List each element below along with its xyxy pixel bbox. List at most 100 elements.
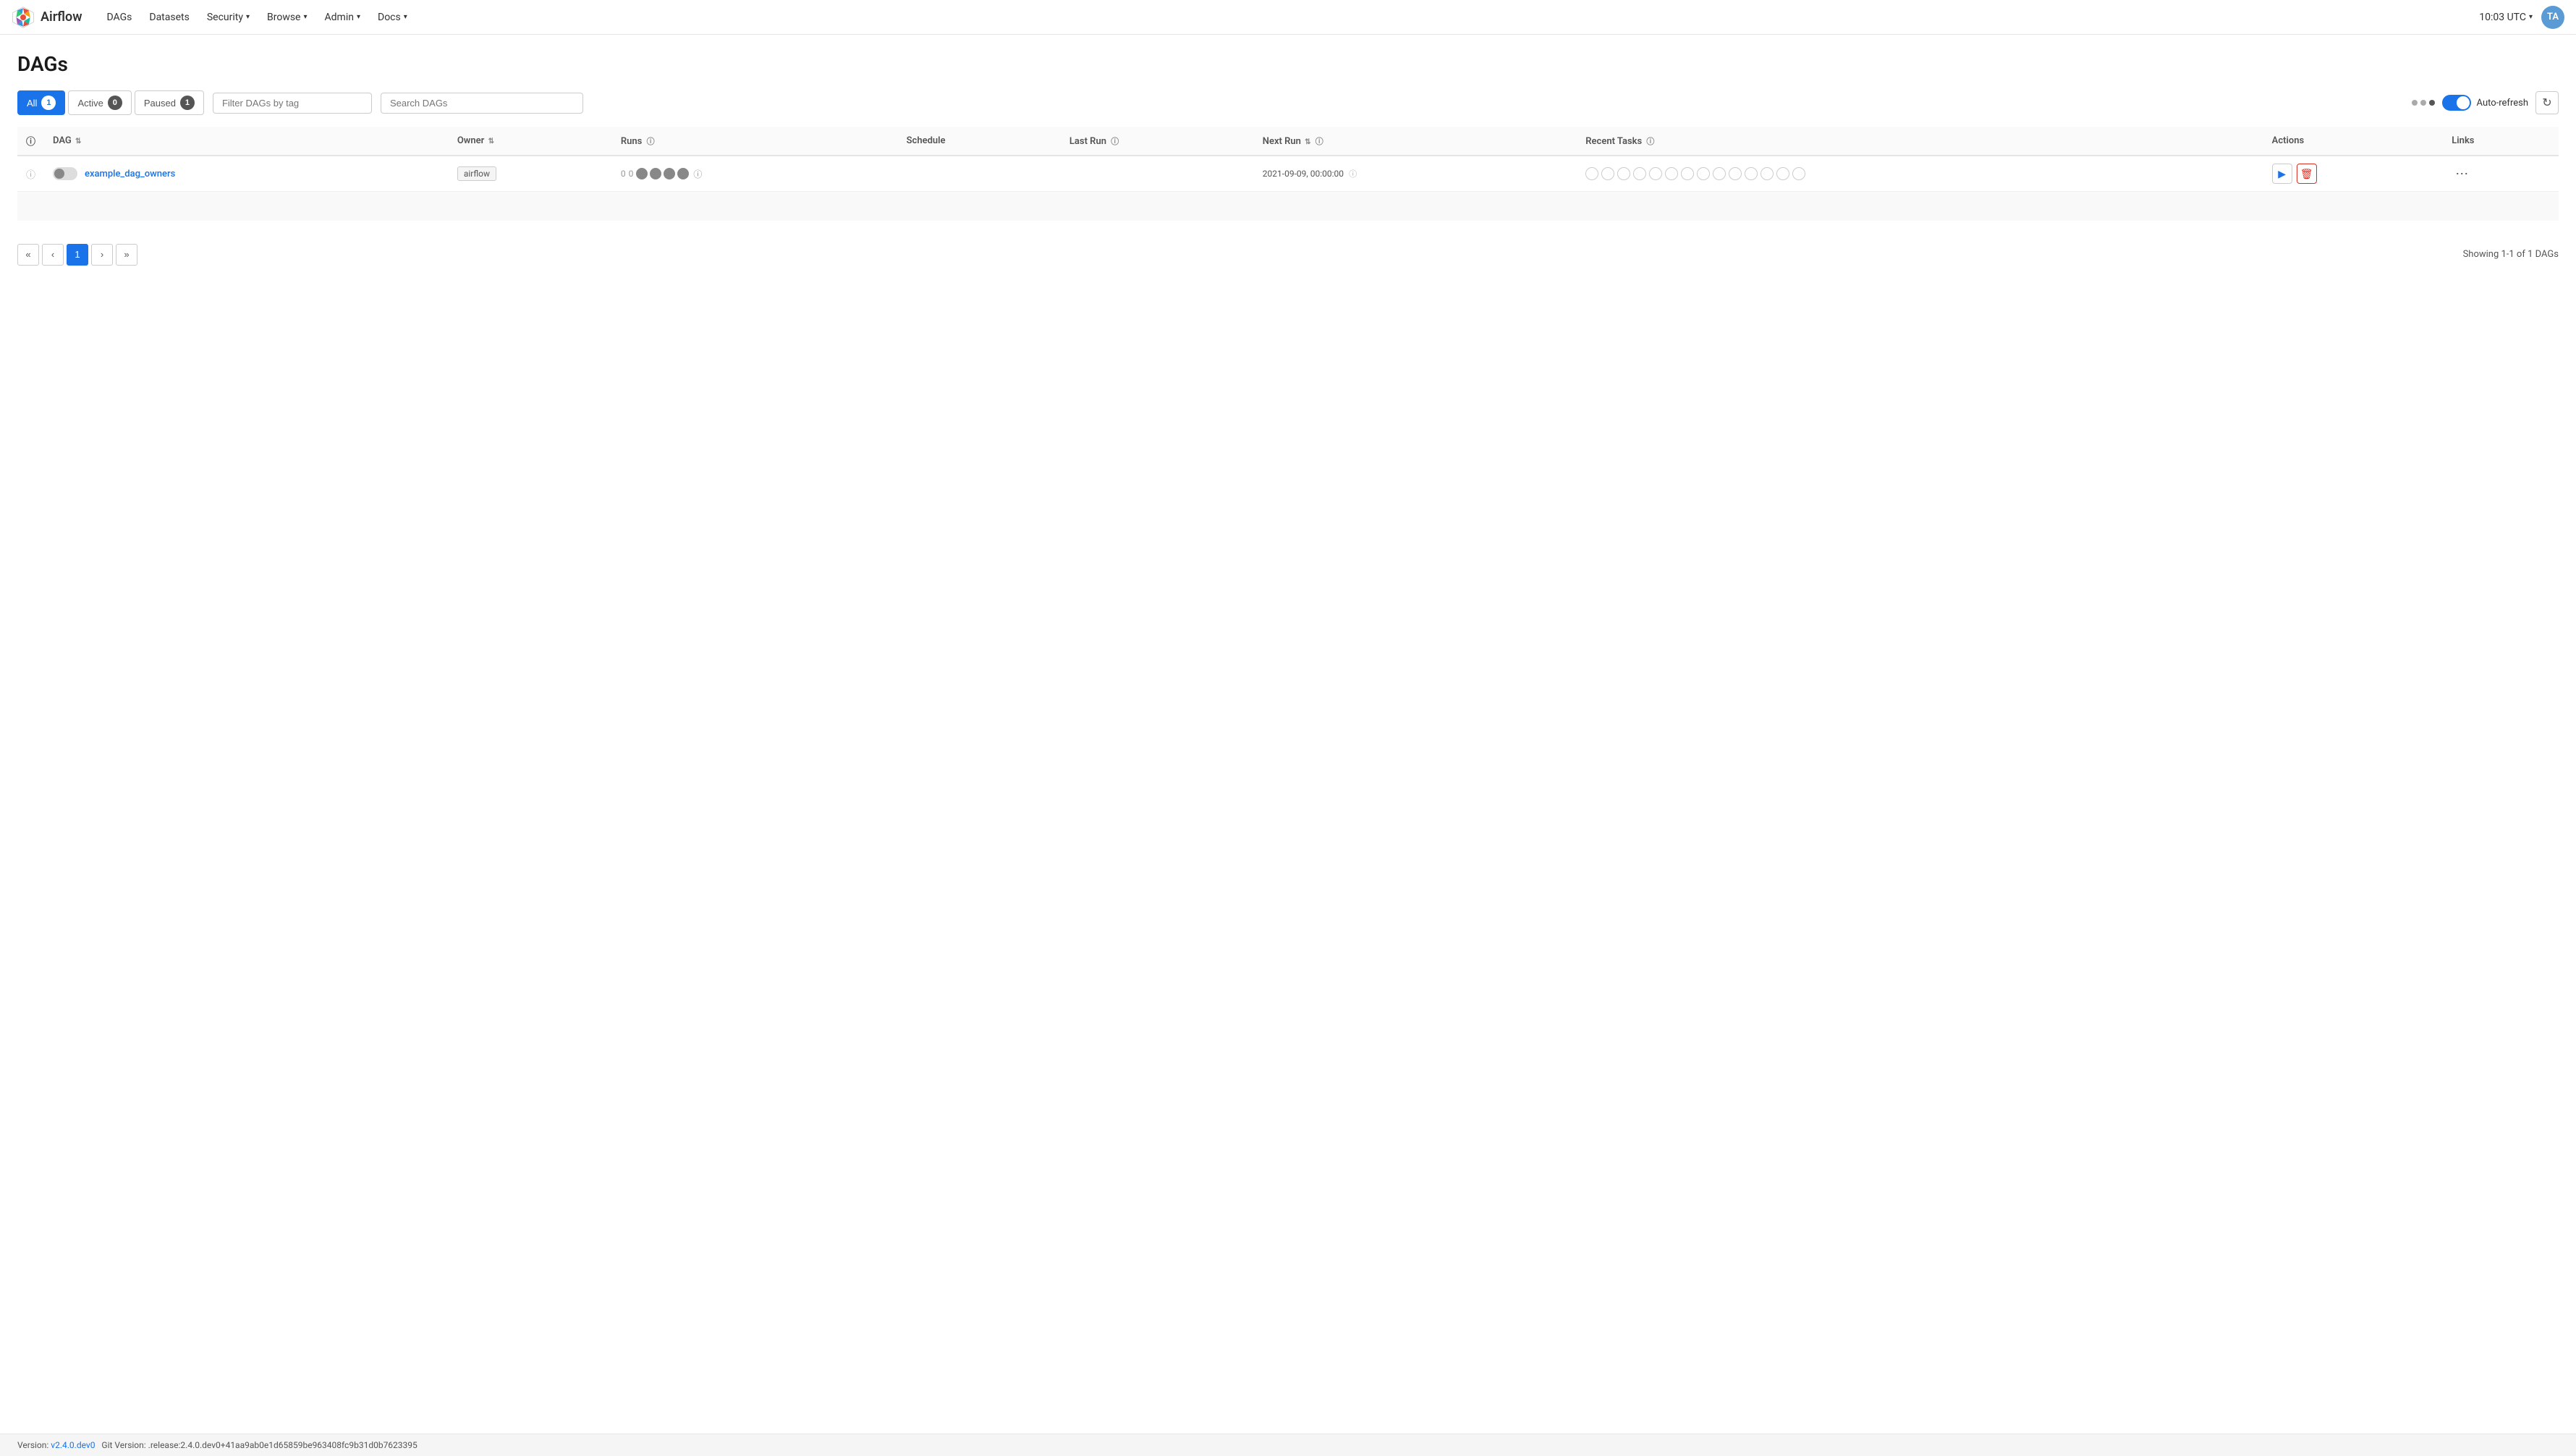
run-dot-4 xyxy=(677,168,689,179)
auto-refresh-label: Auto-refresh xyxy=(2477,98,2528,109)
task-circle-9 xyxy=(1713,167,1726,180)
dot-3 xyxy=(2429,100,2435,106)
git-label: Git Version: xyxy=(101,1440,145,1450)
last-run-info-icon: ⓘ xyxy=(1111,137,1119,146)
active-badge: 0 xyxy=(108,96,122,110)
dag-last-run-cell xyxy=(1061,156,1254,192)
dag-actions-cell: ▶ 🗑 xyxy=(2263,156,2444,192)
user-avatar[interactable]: TA xyxy=(2541,6,2564,29)
dag-next-run: 2021-09-09, 00:00:00 xyxy=(1263,169,1344,179)
table-header-row: ⓘ DAG ⇅ Owner ⇅ Runs ⓘ Schedule xyxy=(17,127,2559,156)
page-1-button[interactable]: 1 xyxy=(67,244,88,266)
task-circle-12 xyxy=(1761,167,1774,180)
filter-right: Auto-refresh ↻ xyxy=(2412,91,2559,114)
nav-docs[interactable]: Docs ▾ xyxy=(370,0,415,35)
owner-badge[interactable]: airflow xyxy=(457,166,496,181)
row-info-icon: ⓘ xyxy=(26,170,35,181)
status-dots xyxy=(2412,100,2435,106)
airflow-logo xyxy=(12,6,35,29)
task-circle-1 xyxy=(1585,167,1598,180)
dag-toggle[interactable] xyxy=(53,167,77,180)
next-run-info: ⓘ xyxy=(1349,169,1357,179)
nav-datasets[interactable]: Datasets xyxy=(142,0,196,35)
tag-filter-input[interactable] xyxy=(213,93,372,114)
nav-browse[interactable]: Browse ▾ xyxy=(260,0,315,35)
filter-bar: All 1 Active 0 Paused 1 xyxy=(17,90,2559,115)
col-schedule: Schedule xyxy=(898,127,1061,156)
dag-owner-cell: airflow xyxy=(449,156,612,192)
runs-success-count: 0 xyxy=(621,169,626,179)
task-circle-14 xyxy=(1792,167,1805,180)
docs-chevron-icon: ▾ xyxy=(404,13,407,21)
browse-chevron-icon: ▾ xyxy=(303,13,307,21)
main-content: DAGs All 1 Active 0 Paused 1 xyxy=(0,35,2576,277)
tab-paused[interactable]: Paused 1 xyxy=(135,90,204,115)
col-links: Links xyxy=(2443,127,2559,156)
toggle-switch[interactable] xyxy=(2442,95,2471,111)
col-actions: Actions xyxy=(2263,127,2444,156)
run-dots xyxy=(636,168,689,179)
table-head: ⓘ DAG ⇅ Owner ⇅ Runs ⓘ Schedule xyxy=(17,127,2559,156)
col-runs: Runs ⓘ xyxy=(612,127,898,156)
time-display[interactable]: 10:03 UTC ▾ xyxy=(2479,12,2533,23)
more-links-button[interactable]: ⋯ xyxy=(2452,164,2472,184)
recent-tasks-info-icon: ⓘ xyxy=(1646,137,1654,146)
dag-name-cell: example_dag_owners xyxy=(44,156,449,192)
version-label: Version: xyxy=(17,1440,48,1450)
first-page-button[interactable]: « xyxy=(17,244,39,266)
refresh-icon: ↻ xyxy=(2542,96,2551,110)
security-chevron-icon: ▾ xyxy=(246,13,250,21)
time-chevron-icon: ▾ xyxy=(2529,13,2533,21)
trigger-dag-button[interactable]: ▶ xyxy=(2272,164,2292,184)
col-next-run[interactable]: Next Run ⇅ ⓘ xyxy=(1254,127,1577,156)
recent-tasks-circles xyxy=(1585,167,2254,180)
prev-page-button[interactable]: ‹ xyxy=(42,244,64,266)
row-info-cell: ⓘ xyxy=(17,156,44,192)
info-icon: ⓘ xyxy=(26,137,35,148)
run-dot-3 xyxy=(664,168,675,179)
spacer-row xyxy=(17,192,2559,221)
dag-links-cell: ⋯ xyxy=(2443,156,2559,192)
dag-toggle-knob xyxy=(54,169,64,179)
task-circle-3 xyxy=(1617,167,1630,180)
table-body: ⓘ example_dag_owners airflow 0 xyxy=(17,156,2559,221)
tab-active[interactable]: Active 0 xyxy=(68,90,131,115)
table-row: ⓘ example_dag_owners airflow 0 xyxy=(17,156,2559,192)
refresh-button[interactable]: ↻ xyxy=(2535,91,2559,114)
runs-running-count: 0 xyxy=(629,169,634,179)
dag-sort-icon: ⇅ xyxy=(75,137,81,145)
all-badge: 1 xyxy=(41,96,56,110)
nav-security[interactable]: Security ▾ xyxy=(200,0,257,35)
brand[interactable]: Airflow xyxy=(12,6,82,29)
navbar: Airflow DAGs Datasets Security ▾ Browse … xyxy=(0,0,2576,35)
col-info: ⓘ xyxy=(17,127,44,156)
search-input[interactable] xyxy=(381,93,583,114)
auto-refresh-toggle[interactable]: Auto-refresh xyxy=(2442,95,2528,111)
nav-admin[interactable]: Admin ▾ xyxy=(318,0,368,35)
next-page-button[interactable]: › xyxy=(91,244,113,266)
version-link[interactable]: v2.4.0.dev0 xyxy=(51,1440,95,1450)
next-run-info-icon: ⓘ xyxy=(1315,137,1323,146)
col-recent-tasks: Recent Tasks ⓘ xyxy=(1577,127,2263,156)
dags-table: ⓘ DAG ⇅ Owner ⇅ Runs ⓘ Schedule xyxy=(17,127,2559,221)
dag-name-link[interactable]: example_dag_owners xyxy=(85,169,175,179)
last-page-button[interactable]: » xyxy=(116,244,137,266)
paused-badge: 1 xyxy=(180,96,195,110)
delete-dag-button[interactable]: 🗑 xyxy=(2297,164,2317,184)
runs-info-icon: ⓘ xyxy=(647,137,655,146)
run-dot-1 xyxy=(636,168,648,179)
nav-dags[interactable]: DAGs xyxy=(100,0,140,35)
brand-name: Airflow xyxy=(41,9,82,25)
dot-1 xyxy=(2412,100,2418,106)
task-circle-4 xyxy=(1633,167,1646,180)
runs-info-btn[interactable]: ⓘ xyxy=(693,168,702,180)
col-dag[interactable]: DAG ⇅ xyxy=(44,127,449,156)
tab-all[interactable]: All 1 xyxy=(17,90,65,115)
col-owner[interactable]: Owner ⇅ xyxy=(449,127,612,156)
dot-2 xyxy=(2420,100,2426,106)
task-circle-8 xyxy=(1697,167,1710,180)
next-run-sort-icon: ⇅ xyxy=(1305,138,1310,146)
pagination-container: « ‹ 1 › » Showing 1-1 of 1 DAGs xyxy=(17,232,2559,277)
task-circle-2 xyxy=(1601,167,1614,180)
footer: Version: v2.4.0.dev0 Git Version: .relea… xyxy=(0,1434,2576,1456)
